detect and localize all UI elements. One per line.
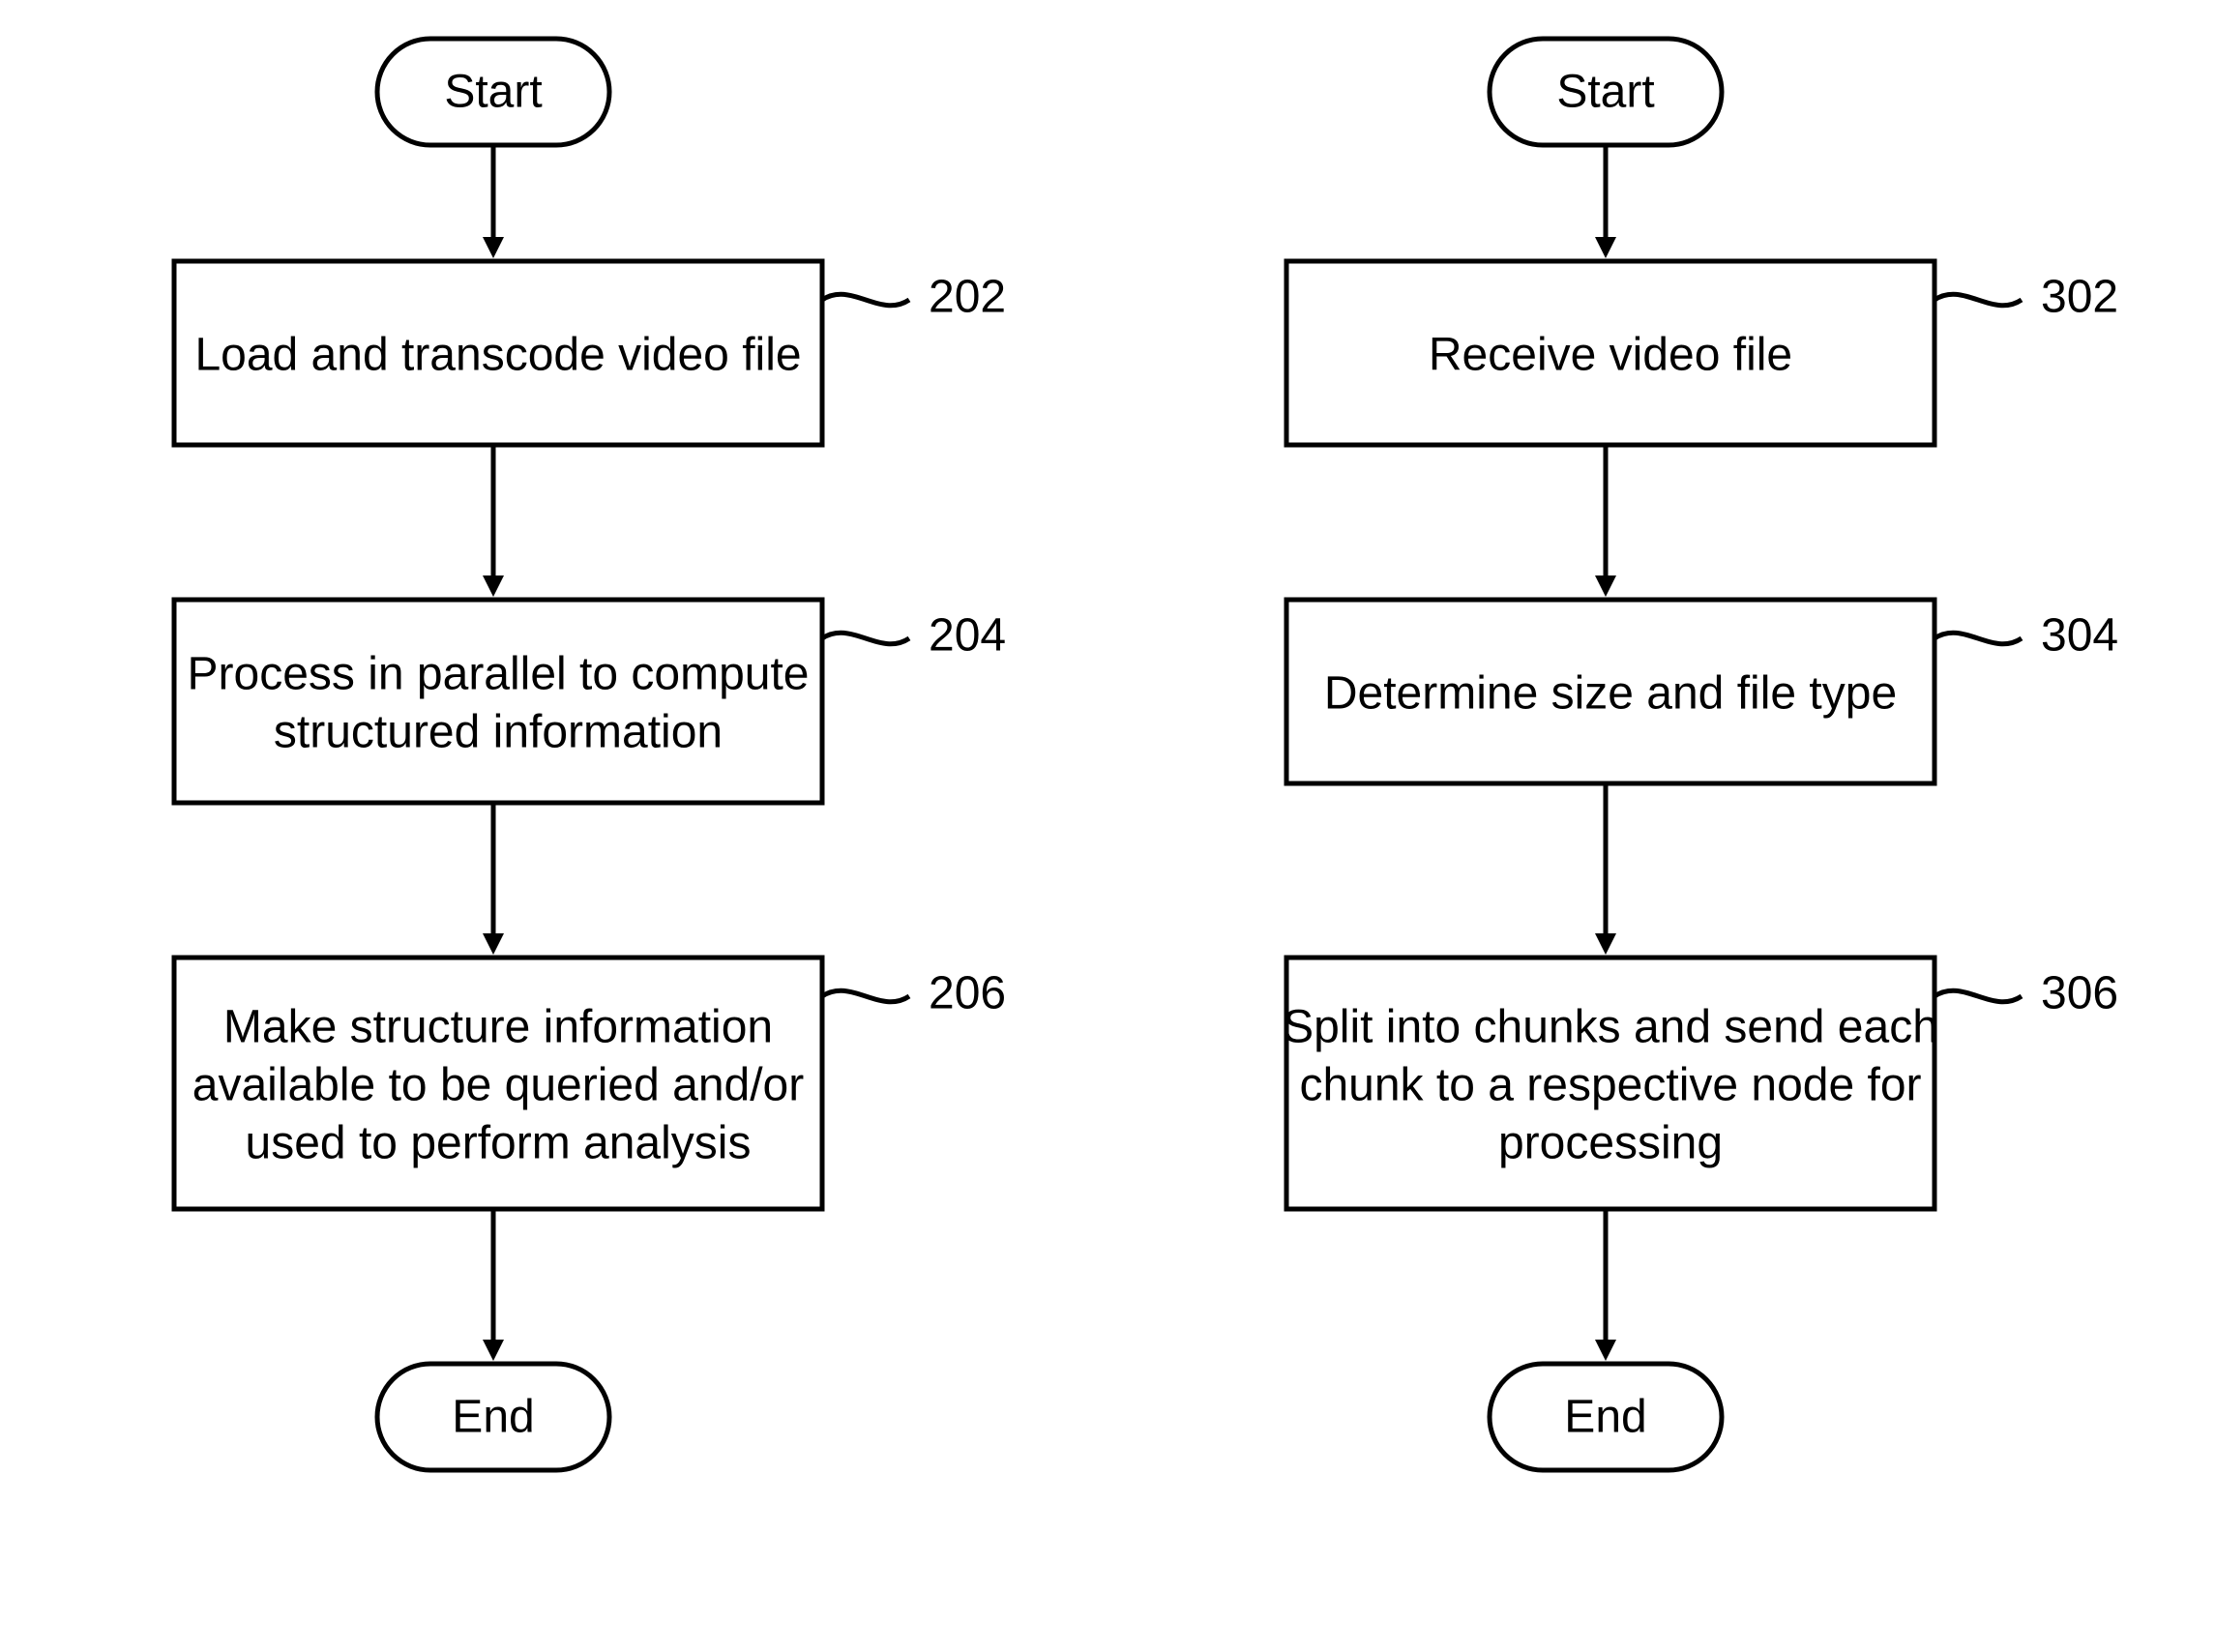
left-step1-label: 202 (929, 272, 1006, 323)
right-step3-line2: chunk to a respective node for (1299, 1060, 1921, 1111)
left-step1-text: Load and transcode video file (194, 330, 801, 381)
right-step3-line1: Split into chunks and send each (1283, 1002, 1938, 1053)
left-start-text: Start (444, 67, 542, 118)
right-step1-label: 302 (2041, 272, 2118, 323)
left-start-node: Start (377, 39, 609, 145)
left-step3-line2: available to be queried and/or (192, 1060, 804, 1111)
right-step3-label: 306 (2041, 968, 2118, 1019)
right-start-node: Start (1490, 39, 1722, 145)
left-step3-line1: Make structure information (223, 1002, 773, 1053)
flowchart-right: Start Receive video file 302 Determine s… (1283, 39, 2118, 1470)
right-step1-node: Receive video file (1286, 261, 1934, 445)
left-step2-node: Process in parallel to compute structure… (174, 600, 822, 803)
left-end-text: End (452, 1392, 534, 1443)
flowchart-svg: Start Load and transcode video file 202 … (0, 0, 2215, 1652)
left-step3-node: Make structure information available to … (174, 958, 822, 1209)
left-end-node: End (377, 1364, 609, 1470)
right-end-text: End (1564, 1392, 1646, 1443)
label-connector (822, 633, 909, 644)
right-step3-line3: processing (1498, 1118, 1723, 1169)
right-step3-node: Split into chunks and send each chunk to… (1283, 958, 1938, 1209)
label-connector (822, 990, 909, 1002)
right-step2-node: Determine size and file type (1286, 600, 1934, 783)
right-end-node: End (1490, 1364, 1722, 1470)
flowchart-left: Start Load and transcode video file 202 … (174, 39, 1006, 1470)
left-step1-node: Load and transcode video file (174, 261, 822, 445)
left-step3-line3: used to perform analysis (246, 1118, 752, 1169)
right-step1-text: Receive video file (1429, 330, 1792, 381)
label-connector (1934, 294, 2022, 306)
left-step2-line1: Process in parallel to compute (188, 649, 810, 700)
left-step2-line2: structured information (274, 707, 723, 758)
label-connector (1934, 633, 2022, 644)
label-connector (822, 294, 909, 306)
right-step2-label: 304 (2041, 610, 2118, 662)
left-step3-label: 206 (929, 968, 1006, 1019)
flowchart-page: Start Load and transcode video file 202 … (0, 0, 2215, 1652)
right-start-text: Start (1556, 67, 1654, 118)
label-connector (1934, 990, 2022, 1002)
right-step2-text: Determine size and file type (1324, 668, 1897, 720)
left-step2-label: 204 (929, 610, 1006, 662)
